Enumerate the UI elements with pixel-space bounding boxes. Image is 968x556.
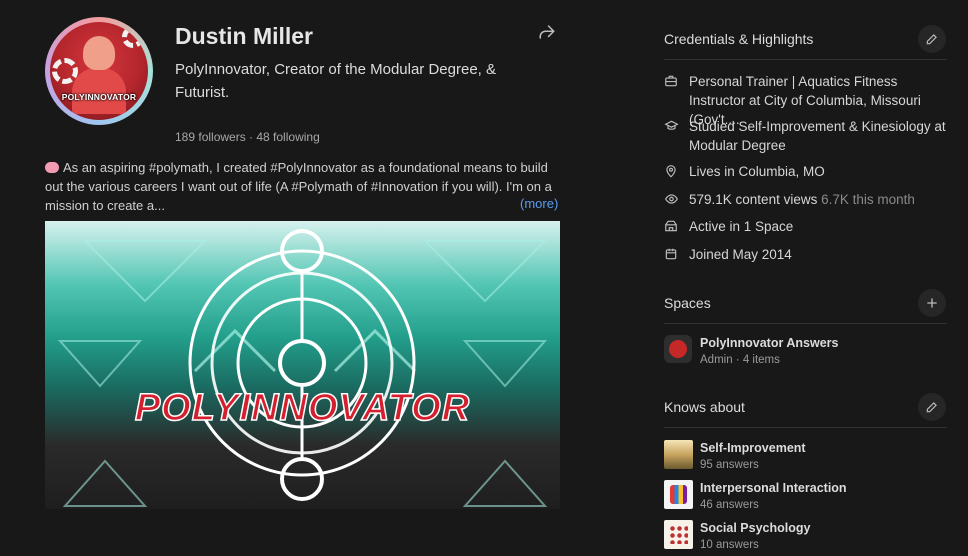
space-item[interactable]: PolyInnovator Answers Admin · 4 items xyxy=(664,335,838,369)
more-link[interactable]: (more) xyxy=(520,196,558,211)
credential-joined: Joined May 2014 xyxy=(664,245,954,264)
profile-name: Dustin Miller xyxy=(175,23,314,49)
topic-item[interactable]: Interpersonal Interaction 46 answers xyxy=(664,480,847,514)
topic-thumbnail xyxy=(664,520,693,549)
briefcase-icon xyxy=(665,75,677,87)
topic-thumbnail xyxy=(664,440,693,469)
plus-icon xyxy=(927,298,937,308)
location-pin-icon xyxy=(666,165,676,178)
avatar-logo-text: POLYINNOVATOR xyxy=(61,92,137,102)
graduation-cap-icon xyxy=(664,120,679,130)
topic-name[interactable]: Social Psychology xyxy=(700,520,810,536)
topic-item[interactable]: Self-Improvement 95 answers xyxy=(664,440,806,474)
credential-location: Lives in Columbia, MO xyxy=(664,162,954,181)
profile-bio: As an aspiring #polymath, I created #Pol… xyxy=(45,160,552,213)
spaces-title: Spaces xyxy=(664,295,711,311)
spaces-icon xyxy=(665,220,677,232)
space-logo-icon xyxy=(664,335,692,363)
topic-item[interactable]: Social Psychology 10 answers xyxy=(664,520,810,554)
topic-name[interactable]: Interpersonal Interaction xyxy=(700,480,847,496)
credential-spaces: Active in 1 Space xyxy=(664,217,954,236)
credential-views: 579.1K content views 6.7K this month xyxy=(664,190,954,209)
space-name[interactable]: PolyInnovator Answers xyxy=(700,335,838,351)
calendar-icon xyxy=(665,248,677,260)
topic-meta: 46 answers xyxy=(700,499,759,511)
profile-banner-image: POLYINNOVATOR xyxy=(45,221,560,509)
edit-credentials-button[interactable] xyxy=(918,25,946,53)
space-meta: Admin · 4 items xyxy=(700,354,780,366)
banner-title: POLYINNOVATOR xyxy=(134,386,471,430)
topic-name[interactable]: Self-Improvement xyxy=(700,440,806,456)
profile-tagline: PolyInnovator, Creator of the Modular De… xyxy=(175,61,497,101)
edit-knows-about-button[interactable] xyxy=(918,393,946,421)
knows-about-title: Knows about xyxy=(664,399,745,415)
brain-icon xyxy=(45,162,59,173)
followers-following[interactable]: 189 followers · 48 following xyxy=(175,130,320,144)
gear-icon xyxy=(122,26,144,48)
topic-meta: 95 answers xyxy=(700,459,759,471)
avatar[interactable]: POLYINNOVATOR xyxy=(45,17,153,125)
add-space-button[interactable] xyxy=(918,289,946,317)
share-icon xyxy=(539,25,555,39)
pencil-icon xyxy=(926,34,937,45)
eye-icon xyxy=(664,194,679,204)
credential-education: Studied Self-Improvement & Kinesiology a… xyxy=(664,117,954,155)
topic-meta: 10 answers xyxy=(700,539,759,551)
credentials-title: Credentials & Highlights xyxy=(664,31,814,47)
topic-thumbnail xyxy=(664,480,693,509)
pencil-icon xyxy=(926,402,937,413)
share-button[interactable] xyxy=(533,18,561,46)
